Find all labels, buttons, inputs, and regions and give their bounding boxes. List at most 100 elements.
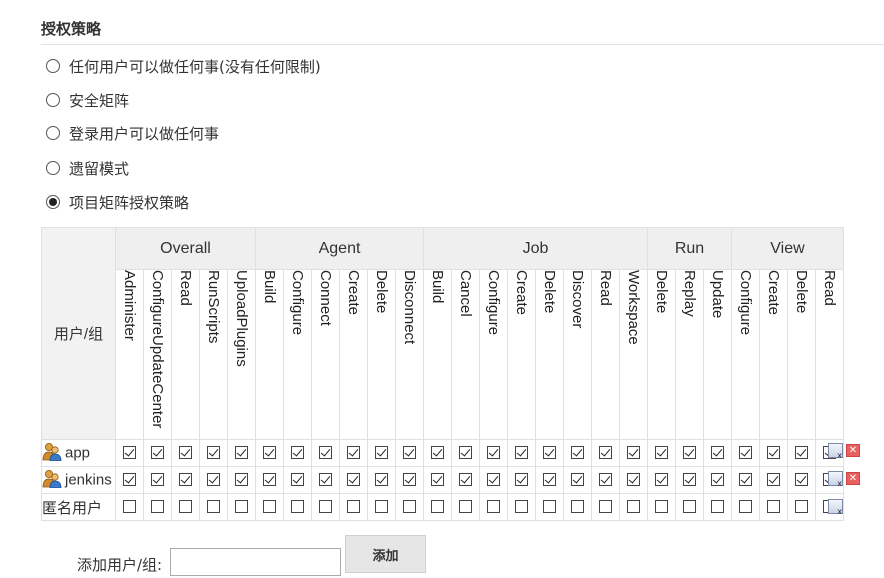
permission-checkbox[interactable] bbox=[431, 446, 444, 460]
permission-cell bbox=[311, 493, 340, 521]
permission-checkbox[interactable] bbox=[543, 500, 556, 514]
permission-header: Configure bbox=[731, 269, 760, 440]
permission-checkbox[interactable] bbox=[739, 473, 752, 487]
permission-checkbox[interactable] bbox=[319, 446, 332, 460]
permission-checkbox[interactable] bbox=[375, 473, 388, 487]
permission-checkbox[interactable] bbox=[235, 500, 248, 514]
permission-checkbox[interactable] bbox=[543, 446, 556, 460]
delete-icon[interactable]: ✕ bbox=[846, 472, 860, 485]
permission-checkbox[interactable] bbox=[767, 473, 780, 487]
permission-checkbox[interactable] bbox=[795, 473, 808, 487]
permission-checkbox[interactable] bbox=[711, 500, 724, 514]
permission-checkbox[interactable] bbox=[459, 446, 472, 460]
permission-checkbox[interactable] bbox=[403, 500, 416, 514]
strategy-radio[interactable] bbox=[46, 93, 60, 107]
permission-checkbox[interactable] bbox=[179, 473, 192, 487]
select-all-icon[interactable] bbox=[828, 499, 843, 516]
strategy-radio[interactable] bbox=[46, 59, 60, 73]
permission-checkbox[interactable] bbox=[123, 446, 136, 460]
permission-checkbox[interactable] bbox=[767, 446, 780, 460]
permission-checkbox[interactable] bbox=[487, 500, 500, 514]
permission-checkbox[interactable] bbox=[711, 446, 724, 460]
permission-checkbox[interactable] bbox=[627, 446, 640, 460]
permission-checkbox[interactable] bbox=[235, 446, 248, 460]
permission-checkbox[interactable] bbox=[767, 500, 780, 514]
permission-checkbox[interactable] bbox=[207, 446, 220, 460]
permission-checkbox[interactable] bbox=[263, 500, 276, 514]
permission-checkbox[interactable] bbox=[207, 473, 220, 487]
permission-checkbox[interactable] bbox=[431, 500, 444, 514]
delete-icon[interactable]: ✕ bbox=[846, 444, 860, 457]
permission-checkbox[interactable] bbox=[319, 500, 332, 514]
permission-checkbox[interactable] bbox=[515, 473, 528, 487]
permission-checkbox[interactable] bbox=[151, 473, 164, 487]
select-all-icon[interactable] bbox=[828, 443, 843, 460]
permission-checkbox[interactable] bbox=[683, 500, 696, 514]
permission-checkbox[interactable] bbox=[235, 473, 248, 487]
permission-checkbox[interactable] bbox=[347, 473, 360, 487]
strategy-radio[interactable] bbox=[46, 126, 60, 140]
permission-checkbox[interactable] bbox=[207, 500, 220, 514]
permission-checkbox[interactable] bbox=[123, 473, 136, 487]
permission-checkbox[interactable] bbox=[151, 446, 164, 460]
permission-checkbox[interactable] bbox=[151, 500, 164, 514]
permission-checkbox[interactable] bbox=[599, 473, 612, 487]
permission-checkbox[interactable] bbox=[571, 446, 584, 460]
permission-checkbox[interactable] bbox=[683, 446, 696, 460]
permission-checkbox[interactable] bbox=[599, 446, 612, 460]
strategy-option[interactable]: 安全矩阵 bbox=[46, 89, 129, 111]
permission-header: Delete bbox=[787, 269, 816, 440]
permission-checkbox[interactable] bbox=[543, 473, 556, 487]
permission-checkbox[interactable] bbox=[179, 446, 192, 460]
strategy-radio[interactable] bbox=[46, 195, 60, 209]
permission-checkbox[interactable] bbox=[403, 446, 416, 460]
permission-checkbox[interactable] bbox=[179, 500, 192, 514]
permission-checkbox[interactable] bbox=[655, 500, 668, 514]
permission-checkbox[interactable] bbox=[711, 473, 724, 487]
permission-checkbox[interactable] bbox=[795, 446, 808, 460]
add-user-input[interactable] bbox=[170, 548, 341, 576]
permission-checkbox[interactable] bbox=[627, 473, 640, 487]
permission-cell bbox=[395, 466, 424, 494]
strategy-option[interactable]: 任何用户可以做任何事(没有任何限制) bbox=[46, 55, 321, 77]
permission-cell bbox=[535, 493, 564, 521]
select-all-icon[interactable] bbox=[828, 471, 843, 488]
permission-checkbox[interactable] bbox=[571, 473, 584, 487]
permission-checkbox[interactable] bbox=[347, 500, 360, 514]
permission-checkbox[interactable] bbox=[655, 473, 668, 487]
permission-checkbox[interactable] bbox=[571, 500, 584, 514]
permission-checkbox[interactable] bbox=[319, 473, 332, 487]
permission-cell bbox=[311, 439, 340, 467]
strategy-option[interactable]: 登录用户可以做任何事 bbox=[46, 122, 219, 144]
strategy-option[interactable]: 项目矩阵授权策略 bbox=[46, 191, 189, 213]
permission-checkbox[interactable] bbox=[375, 446, 388, 460]
strategy-option[interactable]: 遗留模式 bbox=[46, 157, 129, 179]
permission-checkbox[interactable] bbox=[431, 473, 444, 487]
permission-checkbox[interactable] bbox=[627, 500, 640, 514]
permission-checkbox[interactable] bbox=[515, 446, 528, 460]
permission-checkbox[interactable] bbox=[487, 473, 500, 487]
permission-checkbox[interactable] bbox=[487, 446, 500, 460]
permission-checkbox[interactable] bbox=[739, 446, 752, 460]
permission-checkbox[interactable] bbox=[683, 473, 696, 487]
permission-checkbox[interactable] bbox=[655, 446, 668, 460]
permission-checkbox[interactable] bbox=[599, 500, 612, 514]
permission-checkbox[interactable] bbox=[515, 500, 528, 514]
permission-checkbox[interactable] bbox=[739, 500, 752, 514]
permission-checkbox[interactable] bbox=[403, 473, 416, 487]
permission-cell bbox=[507, 466, 536, 494]
permission-checkbox[interactable] bbox=[291, 500, 304, 514]
permission-checkbox[interactable] bbox=[375, 500, 388, 514]
permission-checkbox[interactable] bbox=[263, 473, 276, 487]
permission-label: Administer bbox=[121, 270, 138, 341]
permission-checkbox[interactable] bbox=[795, 500, 808, 514]
permission-checkbox[interactable] bbox=[347, 446, 360, 460]
permission-checkbox[interactable] bbox=[291, 446, 304, 460]
permission-checkbox[interactable] bbox=[123, 500, 136, 514]
permission-checkbox[interactable] bbox=[291, 473, 304, 487]
strategy-radio[interactable] bbox=[46, 161, 60, 175]
permission-checkbox[interactable] bbox=[263, 446, 276, 460]
permission-checkbox[interactable] bbox=[459, 500, 472, 514]
add-user-button[interactable]: 添加 bbox=[345, 535, 426, 573]
permission-checkbox[interactable] bbox=[459, 473, 472, 487]
